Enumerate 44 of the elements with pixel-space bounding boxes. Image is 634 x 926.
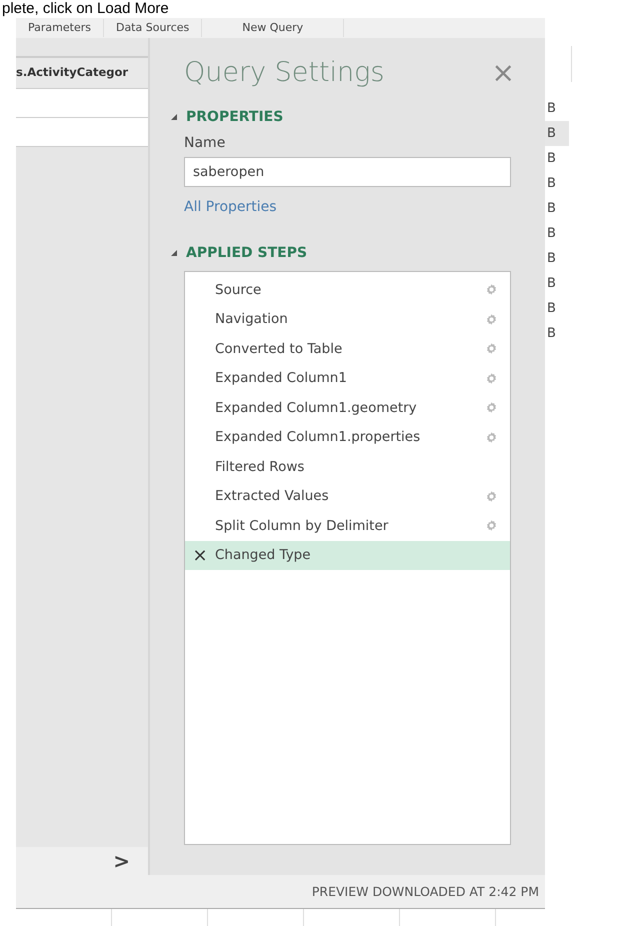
- size-cell-text: B: [546, 225, 557, 243]
- column-header[interactable]: s.ActivityCategor: [16, 56, 148, 89]
- settings-icon[interactable]: [485, 372, 498, 385]
- step-item[interactable]: Extracted Values: [185, 482, 510, 511]
- ribbon-tab[interactable]: Parameters: [16, 19, 104, 37]
- ribbon-tab[interactable]: Data Sources: [104, 19, 202, 37]
- panel-title: Query Settings: [184, 57, 384, 88]
- scroll-right-arrow[interactable]: >: [113, 849, 130, 873]
- section-heading: PROPERTIES: [186, 109, 284, 125]
- instruction-text: plete, click on Load More: [1, 0, 170, 18]
- size-cell-text: B: [546, 275, 557, 293]
- size-cell-text: B: [546, 250, 557, 268]
- size-cell-text: B: [546, 200, 557, 218]
- name-input-field[interactable]: saberopen: [184, 157, 511, 187]
- settings-icon[interactable]: [485, 342, 498, 356]
- size-cell-text: B: [546, 175, 557, 193]
- step-item[interactable]: Expanded Column1: [185, 364, 510, 393]
- settings-icon[interactable]: [485, 490, 498, 503]
- ribbon-tab[interactable]: New Query: [202, 19, 344, 37]
- settings-icon[interactable]: [485, 430, 498, 444]
- collapse-triangle-icon[interactable]: [170, 249, 178, 257]
- settings-icon[interactable]: [485, 283, 498, 296]
- step-item[interactable]: Converted to Table: [185, 334, 510, 364]
- delete-step-icon[interactable]: ×: [185, 544, 215, 566]
- step-item[interactable]: Filtered Rows: [185, 452, 510, 482]
- size-cell-text: B: [546, 150, 557, 168]
- settings-icon[interactable]: [485, 401, 498, 414]
- size-cell-text: B: [546, 325, 557, 343]
- section-heading: APPLIED STEPS: [186, 245, 308, 261]
- step-item[interactable]: Navigation: [185, 304, 510, 334]
- field-label: Name: [184, 135, 226, 151]
- step-item[interactable]: Expanded Column1.geometry: [185, 393, 510, 422]
- collapse-triangle-icon[interactable]: [170, 113, 178, 121]
- settings-icon[interactable]: [485, 519, 498, 532]
- step-item[interactable]: Source: [185, 275, 510, 304]
- settings-icon[interactable]: [485, 312, 498, 326]
- size-cell-text: B: [546, 300, 557, 318]
- size-cell-text: B: [546, 100, 557, 118]
- step-item[interactable]: Split Column by Delimiter: [185, 511, 510, 540]
- step-item[interactable]: Expanded Column1.properties: [185, 422, 510, 452]
- step-item[interactable]: × Changed Type: [185, 540, 510, 570]
- size-cell: B: [545, 121, 569, 146]
- horizontal-scrollbar[interactable]: >: [16, 847, 148, 875]
- status-text: PREVIEW DOWNLOADED AT 2:42 PM: [312, 884, 539, 899]
